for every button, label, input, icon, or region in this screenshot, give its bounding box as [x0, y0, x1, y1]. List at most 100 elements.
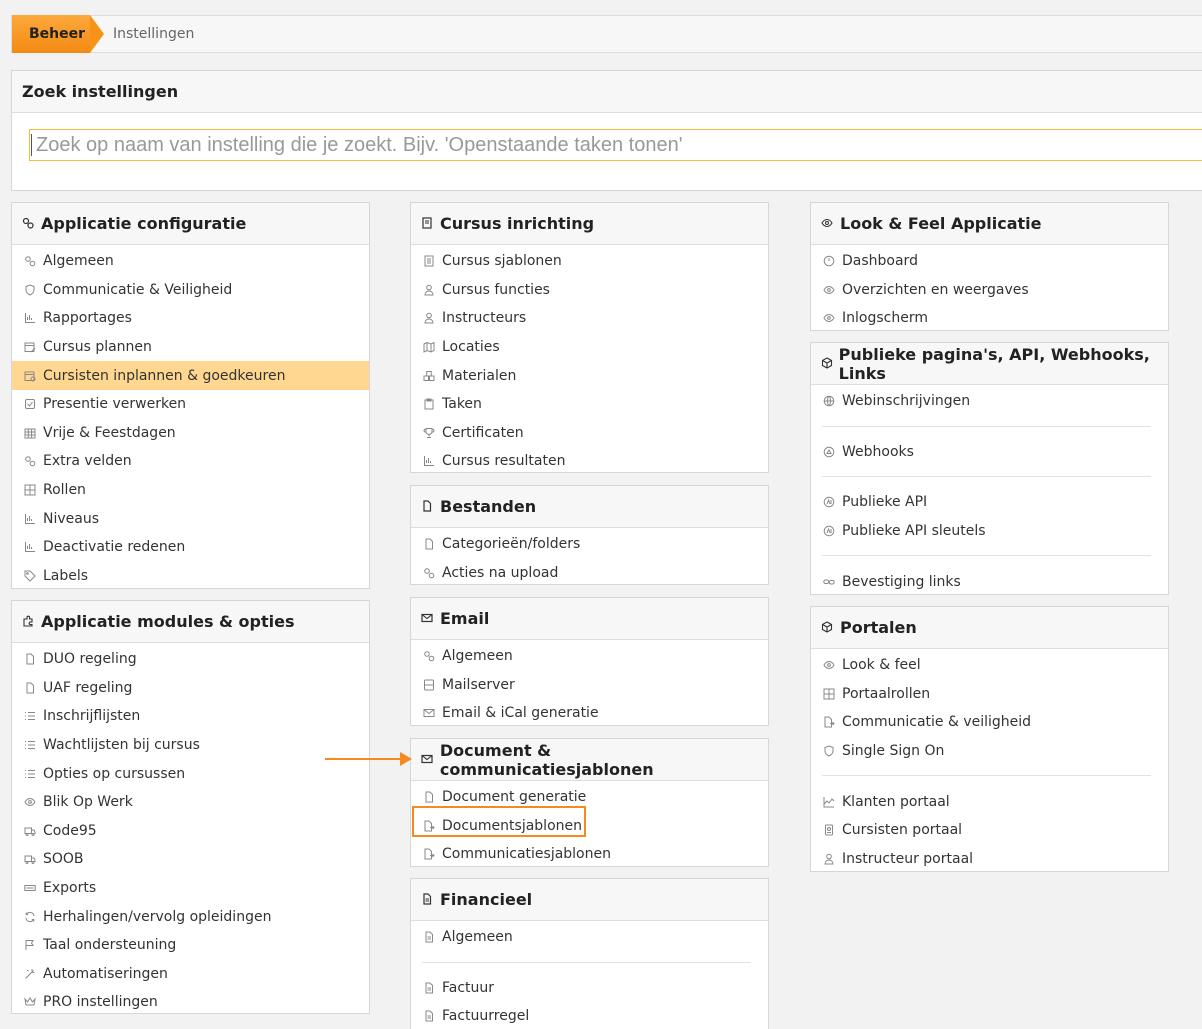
file-icon [422, 790, 436, 804]
search-input[interactable] [29, 129, 1202, 161]
breadcrumb-beheer[interactable]: Beheer [12, 15, 90, 53]
menu-item-label: Klanten portaal [842, 793, 950, 810]
menu-item-wachtlijsten-bij-cursus[interactable]: Wachtlijsten bij cursus [12, 731, 369, 760]
panel-title: Applicatie modules & opties [41, 612, 295, 631]
menu-item-opties-op-cursussen[interactable]: Opties op cursussen [12, 759, 369, 788]
menu-item-webinschrijvingen[interactable]: Webinschrijvingen [811, 387, 1168, 416]
menu-item-label: Exports [43, 880, 97, 897]
menu-item-cursus-sjablonen[interactable]: Cursus sjablonen [411, 247, 768, 276]
menu-item-cursisten-inplannen-goedkeuren[interactable]: Cursisten inplannen & goedkeuren [12, 361, 369, 390]
menu-item-deactivatie-redenen[interactable]: Deactivatie redenen [12, 533, 369, 562]
menu-item-algemeen[interactable]: Algemeen [411, 923, 768, 952]
menu-item-documentsjablonen[interactable]: Documentsjablonen [411, 812, 768, 841]
menu-item-label: Rapportages [43, 310, 132, 327]
menu-item-dashboard[interactable]: Dashboard [811, 247, 1168, 276]
menu-item-factuurregel[interactable]: Factuurregel [411, 1002, 768, 1029]
menu-item-webhooks[interactable]: Webhooks [811, 438, 1168, 467]
menu-item-label: Communicatie & veiligheid [842, 714, 1032, 731]
menu-item-materialen[interactable]: Materialen [411, 361, 768, 390]
menu-item-cursisten-portaal[interactable]: Cursisten portaal [811, 816, 1168, 845]
search-panel: Zoek instellingen [11, 70, 1202, 191]
calendar-grid-icon [23, 426, 37, 440]
file-icon [23, 652, 37, 666]
menu-item-instructeur-portaal[interactable]: Instructeur portaal [811, 845, 1168, 874]
menu-item-locaties[interactable]: Locaties [411, 333, 768, 362]
file-export-icon [422, 819, 436, 833]
menu-item-instructeurs[interactable]: Instructeurs [411, 304, 768, 333]
user-tie-icon [422, 283, 436, 297]
panel-header: Applicatie modules & opties [12, 601, 369, 643]
menu-item-mailserver[interactable]: Mailserver [411, 671, 768, 700]
menu-item-cursus-plannen[interactable]: Cursus plannen [12, 333, 369, 362]
menu-item-categorieen-folders[interactable]: Categorieën/folders [411, 530, 768, 559]
list-icon [23, 709, 37, 723]
user-tie-icon [422, 311, 436, 325]
menu-item-soob[interactable]: SOOB [12, 845, 369, 874]
menu-item-publieke-api-sleutels[interactable]: Publieke API sleutels [811, 517, 1168, 546]
menu-item-overzichten-en-weergaves[interactable]: Overzichten en weergaves [811, 276, 1168, 305]
bar-chart-icon [23, 512, 37, 526]
api-icon [822, 524, 836, 538]
menu-item-extra-velden[interactable]: Extra velden [12, 447, 369, 476]
menu-item-portaalrollen[interactable]: Portaalrollen [811, 680, 1168, 709]
menu-item-automatiseringen[interactable]: Automatiseringen [12, 960, 369, 989]
breadcrumb-instellingen: Instellingen [113, 26, 195, 42]
menu-item-single-sign-on[interactable]: Single Sign On [811, 737, 1168, 766]
menu-item-taken[interactable]: Taken [411, 390, 768, 419]
menu-item-label: Look & feel [842, 657, 921, 674]
menu-item-look-feel[interactable]: Look & feel [811, 651, 1168, 680]
menu-item-algemeen[interactable]: Algemeen [12, 247, 369, 276]
menu-item-duo-regeling[interactable]: DUO regeling [12, 645, 369, 674]
menu-item-rapportages[interactable]: Rapportages [12, 304, 369, 333]
menu-item-herhalingen-vervolg-opleidingen[interactable]: Herhalingen/vervolg opleidingen [12, 902, 369, 931]
menu-item-label: Automatiseringen [43, 965, 168, 982]
panel-document-communicatiesjablonen: Document & communicatiesjablonen Documen… [410, 738, 769, 867]
menu-item-presentie-verwerken[interactable]: Presentie verwerken [12, 390, 369, 419]
menu-item-email-ical-generatie[interactable]: Email & iCal generatie [411, 699, 768, 728]
menu-item-factuur[interactable]: Factuur [411, 974, 768, 1003]
panel-title: Financieel [440, 890, 533, 909]
menu-item-rollen[interactable]: Rollen [12, 476, 369, 505]
panel-header: Portalen [811, 607, 1168, 649]
menu-item-communicatie-veiligheid[interactable]: Communicatie & Veiligheid [12, 276, 369, 305]
menu-item-label: Dashboard [842, 253, 918, 270]
menu-item-label: Publieke API [842, 494, 928, 511]
menu-item-communicatiesjablonen[interactable]: Communicatiesjablonen [411, 840, 768, 869]
menu-item-inschrijflijsten[interactable]: Inschrijflijsten [12, 702, 369, 731]
menu-item-label: Algemeen [442, 929, 513, 946]
menu-item-labels[interactable]: Labels [12, 562, 369, 591]
panel-header: Cursus inrichting [411, 203, 768, 245]
menu-item-communicatie-veiligheid[interactable]: Communicatie & veiligheid [811, 708, 1168, 737]
menu-item-label: Taal ondersteuning [43, 937, 177, 954]
menu-item-inlogscherm[interactable]: Inlogscherm [811, 304, 1168, 333]
menu-item-niveaus[interactable]: Niveaus [12, 504, 369, 533]
menu-item-label: Extra velden [43, 453, 132, 470]
panel-app-config: Applicatie configuratie Algemeen Communic… [11, 202, 370, 589]
menu-item-label: Acties na upload [442, 564, 559, 581]
menu-item-cursus-functies[interactable]: Cursus functies [411, 276, 768, 305]
menu-item-certificaten[interactable]: Certificaten [411, 419, 768, 448]
menu-item-label: Inlogscherm [842, 310, 928, 327]
menu-item-acties-na-upload[interactable]: Acties na upload [411, 559, 768, 588]
menu-item-pro-instellingen[interactable]: PRO instellingen [12, 988, 369, 1017]
menu-item-exports[interactable]: Exports [12, 874, 369, 903]
panel-header: Look & Feel Applicatie [811, 203, 1168, 245]
menu-item-code95[interactable]: Code95 [12, 817, 369, 846]
menu-item-document-generatie[interactable]: Document generatie [411, 783, 768, 812]
panel-header: Email [411, 598, 768, 640]
menu-item-algemeen[interactable]: Algemeen [411, 642, 768, 671]
file-icon [422, 537, 436, 551]
panel-email: Email Algemeen Mailserver Email & iCal gen… [410, 597, 769, 726]
cube-icon [821, 620, 835, 635]
menu-item-vrije-feestdagen[interactable]: Vrije & Feestdagen [12, 419, 369, 448]
menu-item-uaf-regeling[interactable]: UAF regeling [12, 674, 369, 703]
menu-item-cursus-resultaten[interactable]: Cursus resultaten [411, 447, 768, 476]
grid-icon [822, 687, 836, 701]
menu-item-taal-ondersteuning[interactable]: Taal ondersteuning [12, 931, 369, 960]
menu-item-bevestiging-links[interactable]: Bevestiging links [811, 567, 1168, 596]
search-title: Zoek instellingen [12, 71, 1202, 113]
menu-item-blik-op-werk[interactable]: Blik Op Werk [12, 788, 369, 817]
menu-item-klanten-portaal[interactable]: Klanten portaal [811, 787, 1168, 816]
menu-item-label: Niveaus [43, 510, 100, 527]
menu-item-publieke-api[interactable]: Publieke API [811, 488, 1168, 517]
